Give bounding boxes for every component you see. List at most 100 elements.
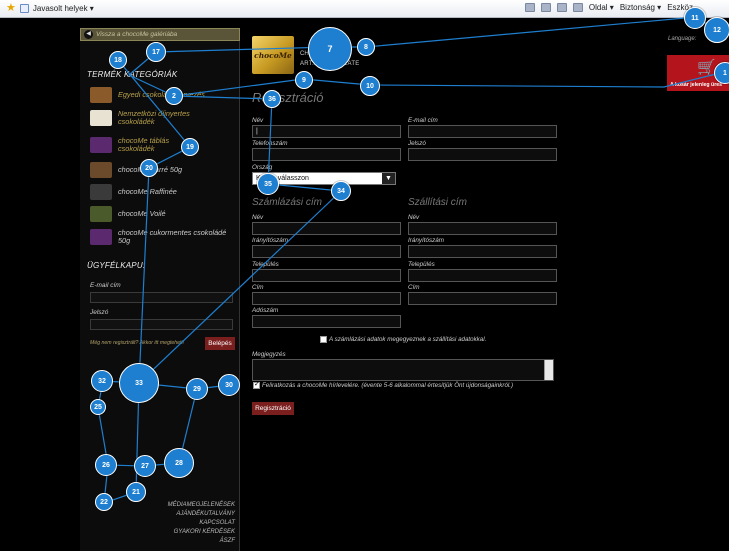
billing-name-input[interactable]: [252, 222, 401, 235]
email-input[interactable]: [408, 125, 557, 138]
tax-number-input[interactable]: [252, 315, 401, 328]
logo-text: chocoMe: [254, 50, 292, 60]
gaze-marker: 28: [164, 448, 194, 478]
gaze-marker: 2: [165, 87, 183, 105]
billing-zip-label: Irányítószám: [252, 237, 289, 244]
gaze-marker: 22: [95, 493, 113, 511]
shipping-address-label: Cím: [408, 284, 420, 291]
comment-label: Megjegyzés: [252, 351, 286, 358]
category-thumbnail: [90, 87, 112, 103]
category-item[interactable]: chocoMe Voilé: [90, 206, 166, 222]
gaze-marker: 25: [90, 399, 106, 415]
category-label: Nemzetközi díjnyertes csokoládék: [118, 109, 190, 126]
gaze-marker: 30: [218, 374, 240, 396]
comment-textarea[interactable]: [252, 359, 554, 381]
gaze-marker: 21: [126, 482, 146, 502]
footer-link-faq[interactable]: GYAKORI KÉRDÉSEK: [115, 529, 235, 535]
gaze-marker: 9: [295, 71, 313, 89]
login-email-input[interactable]: [90, 292, 233, 303]
cart-status: A kosár jelenleg üres: [670, 82, 722, 88]
category-item[interactable]: chocoMe cukormentes csokoládé 50g: [90, 229, 238, 245]
category-label: Egyedi csokoládé tervezés: [118, 90, 205, 99]
password-input[interactable]: [408, 148, 557, 161]
feeds-icon[interactable]: [540, 3, 551, 12]
favorites-star-icon[interactable]: ★: [6, 3, 16, 14]
gaze-marker: 12: [704, 17, 729, 43]
register-button[interactable]: Regisztráció: [252, 402, 294, 415]
category-item[interactable]: Egyedi csokoládé tervezés: [90, 87, 205, 103]
category-label: chocoMe cukormentes csokoládé 50g: [118, 228, 227, 245]
billing-address-input[interactable]: [252, 292, 401, 305]
gaze-marker: 19: [181, 138, 199, 156]
category-item[interactable]: chocoMe Carré 50g: [90, 162, 182, 178]
password-label: Jelszó: [408, 140, 426, 147]
login-password-input[interactable]: [90, 319, 233, 330]
billing-name-label: Név: [252, 214, 264, 221]
category-item[interactable]: chocoMe Raffinée: [90, 184, 177, 200]
chevron-down-icon: ▼: [382, 173, 395, 184]
shipping-title: Szállítási cím: [408, 197, 467, 208]
comment-scrollbar[interactable]: [544, 360, 553, 380]
footer-link-media[interactable]: MÉDIAMEGJELENÉSEK: [115, 502, 235, 508]
command-bar: Oldal ▾ Biztonság ▾ Eszköz: [524, 3, 693, 12]
footer-link-terms[interactable]: ÁSZF: [115, 538, 235, 544]
page-menu[interactable]: Oldal ▾: [589, 3, 614, 12]
billing-address-label: Cím: [252, 284, 264, 291]
newsletter-checkbox[interactable]: [253, 380, 260, 389]
same-address-checkbox[interactable]: [320, 336, 327, 343]
name-label: Név: [252, 117, 264, 124]
phone-input[interactable]: [252, 148, 401, 161]
category-thumbnail: [90, 137, 112, 153]
category-thumbnail: [90, 206, 112, 222]
gaze-marker: 29: [186, 378, 208, 400]
billing-city-label: Település: [252, 261, 279, 268]
category-thumbnail: [90, 229, 112, 245]
gaze-marker: 10: [360, 76, 380, 96]
gaze-marker: 27: [134, 455, 156, 477]
newsletter-label: Feliratkozás a chocoMe hírlevelére. (éve…: [262, 382, 514, 389]
category-thumbnail: [90, 162, 112, 178]
category-item[interactable]: Nemzetközi díjnyertes csokoládék: [90, 110, 208, 126]
shipping-zip-input[interactable]: [408, 245, 557, 258]
language-label: Language:: [668, 36, 697, 42]
billing-title: Számlázási cím: [252, 197, 323, 208]
billing-city-input[interactable]: [252, 269, 401, 282]
gaze-marker: 7: [308, 27, 352, 71]
back-arrow-icon: ◀: [84, 30, 93, 39]
footer-link-voucher[interactable]: AJÁNDÉKUTALVÁNY: [115, 511, 235, 517]
security-menu[interactable]: Biztonság ▾: [620, 3, 661, 12]
gaze-marker: 20: [140, 159, 158, 177]
gaze-marker: 26: [95, 454, 117, 476]
shipping-address-input[interactable]: [408, 292, 557, 305]
country-label: Ország: [252, 164, 273, 171]
category-label: chocoMe táblás csokoládék: [118, 136, 170, 153]
shipping-city-input[interactable]: [408, 269, 557, 282]
footer-link-contact[interactable]: KAPCSOLAT: [115, 520, 235, 526]
gaze-marker: 33: [119, 363, 159, 403]
category-item[interactable]: chocoMe táblás csokoládék: [90, 137, 188, 153]
suggested-sites-link[interactable]: Javasolt helyek ▾: [33, 4, 94, 13]
shopping-cart-icon: 🛒: [697, 59, 716, 76]
category-thumbnail: [90, 184, 112, 200]
login-email-label: E-mail cím: [90, 282, 121, 289]
register-hint-link[interactable]: Még nem regisztrált? Akkor itt megteheti…: [90, 340, 184, 346]
phone-label: Telefonszám: [252, 140, 288, 147]
categories-title: TERMÉK KATEGÓRIÁK: [87, 70, 178, 79]
home-icon[interactable]: [524, 3, 535, 12]
back-to-gallery-link[interactable]: ◀ Vissza a chocoMe galériába: [80, 28, 240, 41]
gaze-marker: 36: [263, 90, 281, 108]
mail-icon[interactable]: [556, 3, 567, 12]
login-button[interactable]: Belépés: [205, 337, 235, 350]
back-link-label: Vissza a chocoMe galériába: [96, 31, 178, 38]
chocome-logo[interactable]: chocoMe: [252, 36, 294, 74]
client-portal-title: ÜGYFÉLKAPU:: [87, 261, 146, 270]
gaze-marker: 32: [91, 370, 113, 392]
gaze-marker: 11: [684, 7, 706, 29]
print-icon[interactable]: [572, 3, 583, 12]
billing-zip-input[interactable]: [252, 245, 401, 258]
name-input[interactable]: |: [252, 125, 401, 138]
gaze-marker: 17: [146, 42, 166, 62]
shipping-zip-label: Irányítószám: [408, 237, 445, 244]
gaze-marker: 18: [109, 51, 127, 69]
shipping-name-input[interactable]: [408, 222, 557, 235]
